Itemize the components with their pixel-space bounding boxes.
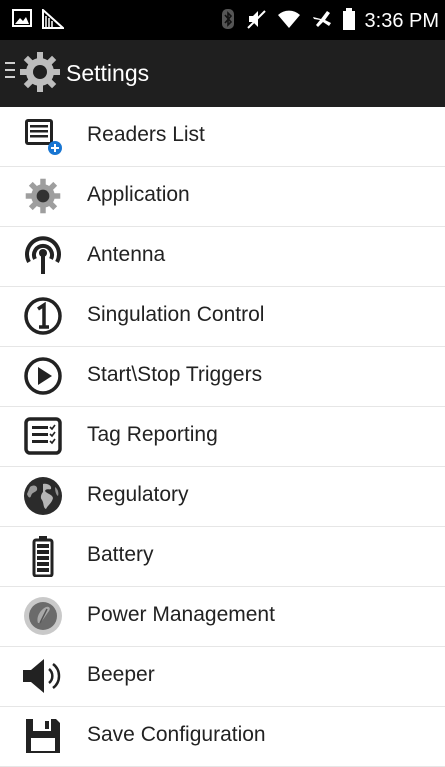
singulation-icon [18,295,68,337]
airplane-icon [311,8,333,35]
settings-item-readers-list[interactable]: Readers List [0,107,445,167]
status-left-icons [12,7,66,34]
settings-item-regulatory[interactable]: Regulatory [0,467,445,527]
settings-item-power-management[interactable]: Power Management [0,587,445,647]
globe-icon [18,475,68,517]
wifi-icon [277,9,301,34]
settings-item-label: Readers List [87,123,205,146]
status-bar: 3:36 PM [0,0,445,40]
settings-list: Readers List Application Antenna Singula… [0,107,445,767]
readers-list-icon [18,115,68,157]
settings-item-label: Antenna [87,243,166,266]
drawer-menu-icon[interactable] [5,62,15,82]
settings-item-save-configuration[interactable]: Save Configuration [0,707,445,767]
antenna-icon [18,235,68,277]
battery-icon [342,8,355,35]
app-bar: Settings [0,40,445,107]
page-title: Settings [66,60,150,86]
gear-icon [18,175,68,217]
signal-icon [42,7,66,34]
gear-icon [18,50,62,94]
settings-item-label: Tag Reporting [87,423,218,446]
settings-item-label: Regulatory [87,483,189,506]
speaker-icon [18,655,68,697]
save-icon [18,715,68,757]
settings-item-battery[interactable]: Battery [0,527,445,587]
bluetooth-icon [221,8,235,35]
tag-report-icon [18,415,68,457]
settings-item-singulation-control[interactable]: Singulation Control [0,287,445,347]
play-icon [18,355,68,397]
settings-item-label: Save Configuration [87,723,266,746]
settings-item-label: Start\Stop Triggers [87,363,263,386]
settings-item-label: Application [87,183,190,206]
settings-item-label: Power Management [87,603,275,626]
settings-item-label: Beeper [87,663,155,686]
status-right-icons: 3:36 PM [221,8,439,35]
battery-icon [18,535,68,577]
settings-item-antenna[interactable]: Antenna [0,227,445,287]
status-clock: 3:36 PM [364,10,439,32]
power-icon [18,595,68,637]
settings-item-start-stop-triggers[interactable]: Start\Stop Triggers [0,347,445,407]
settings-item-beeper[interactable]: Beeper [0,647,445,707]
gallery-icon [12,9,32,34]
settings-item-application[interactable]: Application [0,167,445,227]
settings-item-label: Battery [87,543,154,566]
settings-item-label: Singulation Control [87,303,265,326]
settings-item-tag-reporting[interactable]: Tag Reporting [0,407,445,467]
mute-icon [245,8,267,35]
